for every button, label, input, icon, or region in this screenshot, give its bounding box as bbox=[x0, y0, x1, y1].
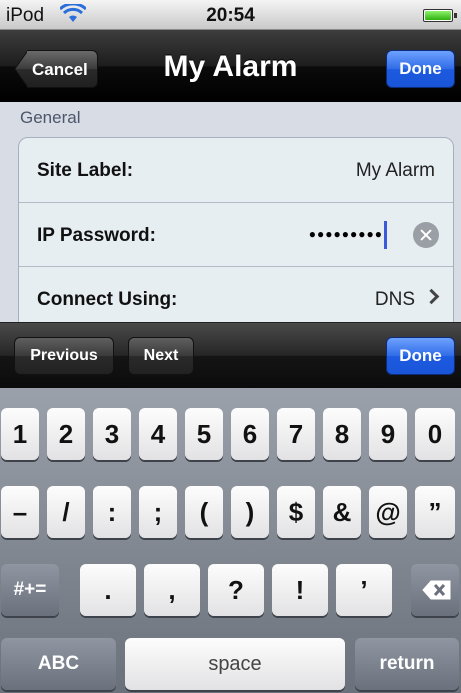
key[interactable]: 7 bbox=[277, 408, 315, 460]
previous-button[interactable]: Previous bbox=[14, 337, 114, 375]
key[interactable]: ) bbox=[231, 486, 269, 538]
ip-password-label: IP Password: bbox=[37, 225, 156, 246]
key[interactable]: , bbox=[144, 564, 200, 616]
key[interactable]: 3 bbox=[93, 408, 131, 460]
chevron-right-icon bbox=[423, 288, 440, 305]
key[interactable]: . bbox=[80, 564, 136, 616]
key[interactable]: 1 bbox=[1, 408, 39, 460]
numeric-keyboard: 1 2 3 4 5 6 7 8 9 0 – / : ; ( ) $ & @ ” … bbox=[0, 388, 461, 693]
abc-key[interactable]: ABC bbox=[1, 638, 116, 690]
text-cursor bbox=[384, 221, 387, 249]
backspace-icon bbox=[422, 580, 451, 600]
key[interactable]: ” bbox=[415, 486, 455, 538]
site-label-field[interactable]: My Alarm bbox=[356, 160, 435, 182]
key[interactable]: 5 bbox=[185, 408, 223, 460]
key[interactable]: ’ bbox=[336, 564, 392, 616]
key[interactable]: 0 bbox=[415, 408, 455, 460]
site-label-row[interactable]: Site Label: My Alarm bbox=[19, 138, 453, 202]
key[interactable]: ? bbox=[208, 564, 264, 616]
site-label-label: Site Label: bbox=[37, 160, 134, 181]
key[interactable]: @ bbox=[369, 486, 407, 538]
key[interactable]: & bbox=[323, 486, 361, 538]
status-time: 20:54 bbox=[206, 5, 255, 26]
key[interactable]: ( bbox=[185, 486, 223, 538]
key[interactable]: 8 bbox=[323, 408, 361, 460]
connect-using-label: Connect Using: bbox=[37, 289, 178, 310]
settings-group: Site Label: My Alarm IP Password: ●●●●●●… bbox=[18, 137, 454, 322]
space-key[interactable]: space bbox=[125, 638, 345, 690]
key[interactable]: – bbox=[1, 486, 39, 538]
key[interactable]: ; bbox=[139, 486, 177, 538]
key[interactable]: 9 bbox=[369, 408, 407, 460]
keyboard-done-button[interactable]: Done bbox=[386, 337, 455, 375]
section-header: General bbox=[20, 108, 81, 127]
delete-key[interactable] bbox=[411, 564, 459, 616]
next-button[interactable]: Next bbox=[128, 337, 194, 375]
battery-icon bbox=[423, 9, 457, 22]
connect-using-row[interactable]: Connect Using: DNS bbox=[19, 266, 453, 322]
key[interactable]: / bbox=[47, 486, 85, 538]
settings-content: General Site Label: My Alarm IP Password… bbox=[0, 102, 461, 322]
key[interactable]: $ bbox=[277, 486, 315, 538]
key[interactable]: 2 bbox=[47, 408, 85, 460]
connect-using-value: DNS bbox=[374, 289, 415, 310]
clear-icon[interactable] bbox=[413, 222, 439, 248]
navigation-bar: Cancel My Alarm Done bbox=[0, 30, 461, 102]
symbols-key[interactable]: #+= bbox=[1, 564, 59, 616]
keyboard-toolbar: Previous Next Done bbox=[0, 322, 461, 388]
ip-password-field[interactable]: ●●●●●●●●● bbox=[309, 227, 383, 241]
status-bar: iPod 20:54 bbox=[0, 0, 461, 30]
return-key[interactable]: return bbox=[355, 638, 459, 690]
key[interactable]: : bbox=[93, 486, 131, 538]
key[interactable]: 4 bbox=[139, 408, 177, 460]
done-button[interactable]: Done bbox=[386, 50, 455, 88]
key[interactable]: ! bbox=[272, 564, 328, 616]
key[interactable]: 6 bbox=[231, 408, 269, 460]
ip-password-row[interactable]: IP Password: ●●●●●●●●● bbox=[19, 202, 453, 266]
